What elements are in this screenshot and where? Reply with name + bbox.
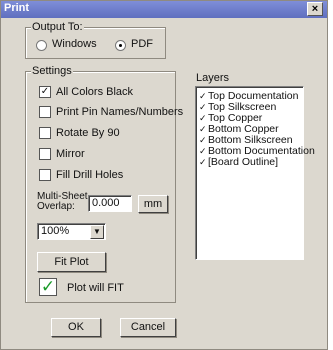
all-colors-black-label[interactable]: All Colors Black [56, 86, 133, 98]
plot-status-label: Plot will FIT [67, 282, 124, 294]
cancel-button[interactable]: Cancel [120, 318, 176, 337]
zoom-select[interactable]: 100% ▼ [37, 223, 106, 240]
output-group: Output To: Windows PDF [25, 21, 166, 59]
checkbox-rotate-by-90[interactable] [39, 127, 51, 139]
fill-drill-holes-label[interactable]: Fill Drill Holes [56, 169, 123, 181]
radio-pdf-label[interactable]: PDF [131, 38, 153, 50]
radio-pdf[interactable] [115, 40, 126, 51]
zoom-select-value: 100% [41, 225, 70, 237]
unit-mm-button[interactable]: mm [138, 195, 168, 213]
layers-label: Layers [196, 72, 230, 84]
fit-plot-button[interactable]: Fit Plot [37, 252, 106, 272]
layers-list[interactable]: ✓Top Documentation ✓Top Silkscreen ✓Top … [195, 86, 315, 260]
layer-check-icon: ✓ [199, 145, 207, 156]
checkbox-mirror[interactable] [39, 148, 51, 160]
layer-check-icon: ✓ [199, 112, 207, 123]
layer-check-icon: ✓ [199, 90, 207, 101]
ok-button[interactable]: OK [51, 318, 101, 337]
layer-check-icon: ✓ [199, 156, 207, 167]
checkbox-all-colors-black[interactable]: ✓ [39, 86, 51, 98]
layer-check-icon: ✓ [199, 123, 207, 134]
mirror-label[interactable]: Mirror [56, 148, 85, 160]
layer-item[interactable]: ✓[Board Outline] [199, 156, 278, 168]
settings-legend: Settings [31, 65, 73, 77]
overlap-input[interactable]: 0.000 [88, 195, 132, 212]
print-dialog: Print × Output To: Windows PDF Settings … [0, 0, 328, 350]
output-legend: Output To: [31, 21, 84, 33]
checkbox-fill-drill-holes[interactable] [39, 169, 51, 181]
overlap-label-line-2: Overlap: [37, 201, 75, 212]
close-icon[interactable]: × [307, 2, 323, 16]
layer-check-icon: ✓ [199, 134, 207, 145]
window-title: Print [4, 2, 30, 14]
plot-fit-check-icon: ✓ [39, 277, 57, 296]
radio-windows[interactable] [36, 40, 47, 51]
settings-group: Settings ✓ All Colors Black Print Pin Na… [25, 65, 183, 303]
layer-item-label: [Board Outline] [208, 156, 279, 168]
rotate-by-90-label[interactable]: Rotate By 90 [56, 127, 120, 139]
print-pin-names-label[interactable]: Print Pin Names/Numbers [56, 106, 183, 118]
checkbox-print-pin-names[interactable] [39, 106, 51, 118]
radio-windows-label[interactable]: Windows [52, 38, 97, 50]
layer-check-icon: ✓ [199, 101, 207, 112]
chevron-down-icon[interactable]: ▼ [90, 225, 104, 239]
title-bar[interactable]: Print × [1, 1, 327, 18]
